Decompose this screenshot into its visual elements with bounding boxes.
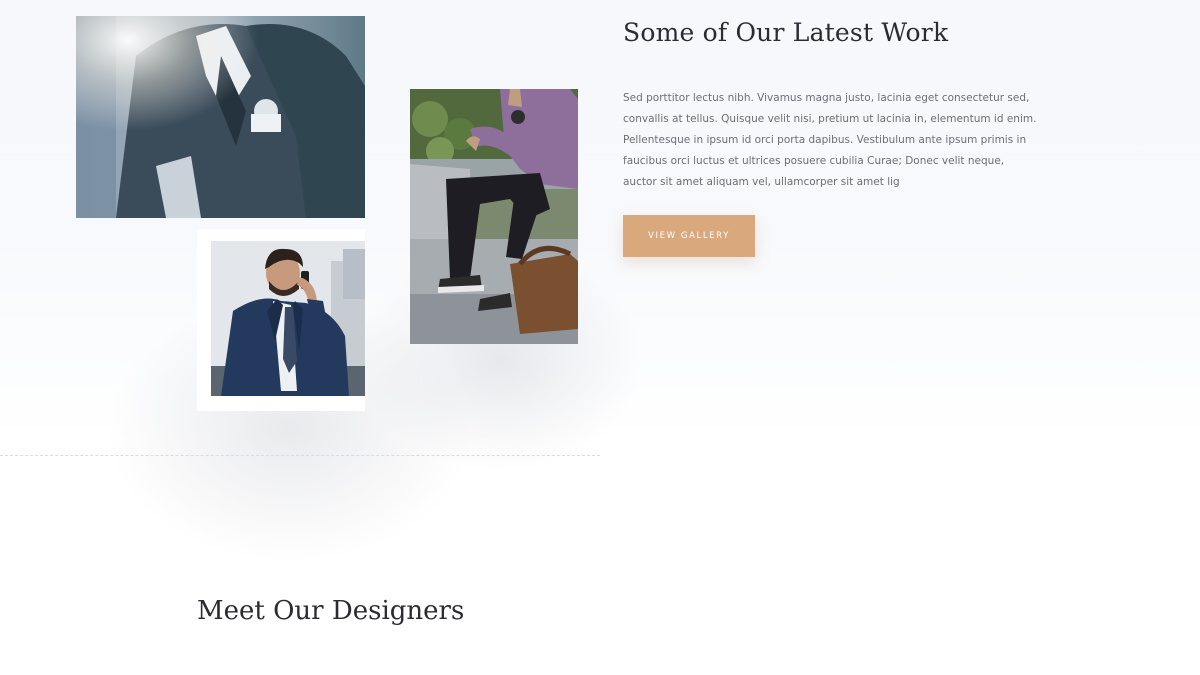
latest-work-heading: Some of Our Latest Work [623, 18, 949, 47]
section-divider [0, 455, 600, 456]
photo-icon [76, 16, 365, 218]
description-line: Sed porttitor lectus nibh. Vivamus magna… [623, 92, 1030, 104]
page: Some of Our Latest Work Sed porttitor le… [0, 0, 1200, 675]
businessman-adjusting-jacket-photo [76, 16, 365, 218]
photo-icon [211, 241, 365, 396]
description-line: faucibus orci luctus et ultrices posuere… [623, 155, 1005, 167]
man-sitting-on-steps-photo [410, 89, 578, 344]
meet-designers-heading: Meet Our Designers [197, 596, 465, 626]
description-line: convallis at tellus. Quisque velit nisi,… [623, 113, 1037, 125]
latest-work-description: Sed porttitor lectus nibh. Vivamus magna… [623, 88, 1037, 193]
description-line: auctor sit amet aliquam vel, ullamcorper… [623, 176, 900, 188]
view-gallery-button[interactable]: VIEW GALLERY [623, 215, 755, 257]
photo-icon [410, 89, 578, 344]
businessman-on-phone-photo [211, 241, 365, 396]
description-line: Pellentesque in ipsum id orci porta dapi… [623, 134, 1027, 146]
